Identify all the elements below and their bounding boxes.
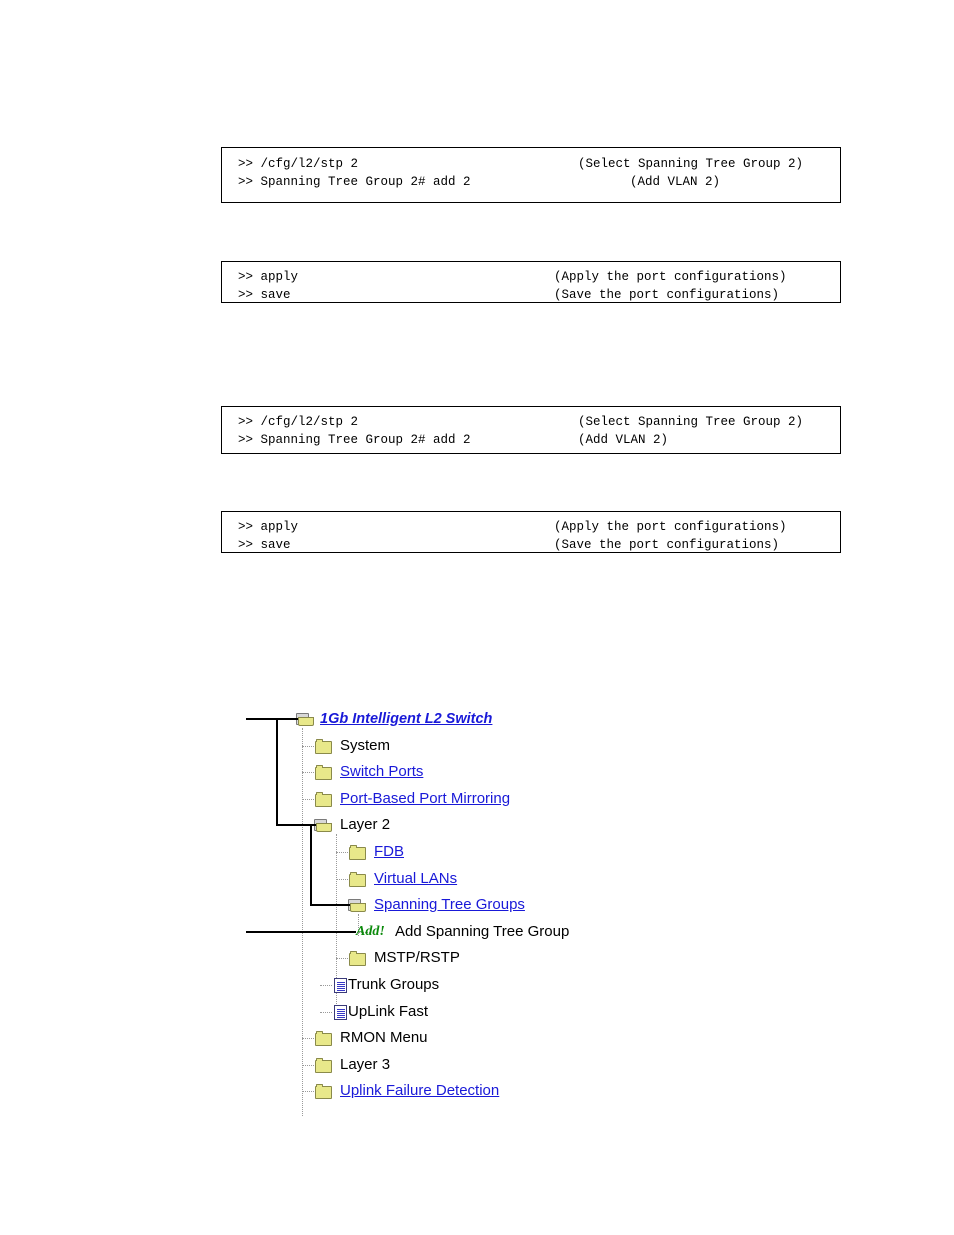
callout-line-root-horizontal — [246, 718, 298, 720]
tree-item-label: Layer 2 — [340, 816, 391, 834]
cli-annotation: (Select Spanning Tree Group 2) — [578, 157, 804, 171]
cli-code-block-4: >> apply (Apply the port configurations)… — [221, 511, 841, 553]
tree-item-label: MSTP/RSTP — [374, 949, 460, 967]
cli-row: >> /cfg/l2/stp 2 (Select Spanning Tree G… — [222, 413, 840, 431]
tree-item-label: Add Spanning Tree Group — [395, 922, 570, 940]
folder-closed-icon — [315, 1057, 333, 1073]
folder-open-icon — [348, 898, 366, 913]
folder-closed-icon — [315, 765, 333, 781]
tree-connector — [302, 745, 314, 748]
tree-item-label: Layer 3 — [340, 1055, 391, 1073]
tree-item-label: 1Gb Intelligent L2 Switch — [320, 711, 493, 727]
navigation-tree: 1Gb Intelligent L2 Switch System Switch … — [240, 706, 660, 1118]
folder-open-icon — [314, 818, 332, 833]
cli-annotation: (Save the port configurations) — [554, 288, 780, 302]
folder-closed-icon — [315, 791, 333, 807]
cli-row: >> Spanning Tree Group 2# add 2 (Add VLA… — [222, 173, 840, 191]
cli-command: >> /cfg/l2/stp 2 — [238, 157, 359, 171]
tree-connector — [302, 798, 314, 801]
cli-code-block-3: >> /cfg/l2/stp 2 (Select Spanning Tree G… — [221, 406, 841, 454]
tree-connector — [336, 852, 348, 854]
callout-line-layer2-to-stg-vertical — [310, 824, 312, 906]
tree-connector — [302, 1038, 314, 1040]
cli-command: >> Spanning Tree Group 2# add 2 — [238, 433, 471, 447]
cli-row: >> apply (Apply the port configurations) — [222, 518, 840, 536]
tree-item-virtual-lans[interactable]: Virtual LANs — [240, 866, 660, 893]
cli-command: >> save — [238, 538, 291, 552]
tree-item-rmon-menu[interactable]: RMON Menu — [240, 1025, 660, 1052]
tree-item-label: UpLink Fast — [348, 1002, 429, 1020]
cli-row: >> save (Save the port configurations) — [222, 286, 840, 304]
tree-connector — [302, 1064, 314, 1067]
cli-annotation: (Add VLAN 2) — [578, 433, 669, 447]
cli-row: >> Spanning Tree Group 2# add 2 (Add VLA… — [222, 431, 840, 449]
tree-item-layer-3[interactable]: Layer 3 — [240, 1052, 660, 1079]
cli-annotation: (Apply the port configurations) — [554, 520, 787, 534]
tree-item-system[interactable]: System — [240, 733, 660, 760]
tree-connector — [336, 958, 348, 960]
tree-item-uplink-fast[interactable]: UpLink Fast — [240, 999, 660, 1026]
tree-item-uplink-failure-detection[interactable]: Uplink Failure Detection — [240, 1078, 660, 1105]
cli-row: >> save (Save the port configurations) — [222, 536, 840, 554]
tree-item-mstp-rstp[interactable]: MSTP/RSTP — [240, 945, 660, 972]
folder-closed-icon — [315, 1031, 333, 1047]
folder-closed-icon — [315, 1084, 333, 1100]
callout-line-root-to-layer2-vertical — [276, 718, 278, 826]
cli-annotation: (Apply the port configurations) — [554, 270, 787, 284]
callout-line-stg-horizontal — [310, 904, 350, 906]
folder-closed-icon — [349, 845, 367, 860]
tree-item-trunk-groups[interactable]: Trunk Groups — [240, 972, 660, 999]
tree-item-switch-ports[interactable]: Switch Ports — [240, 759, 660, 786]
tree-connector — [302, 1091, 314, 1093]
cli-command: >> apply — [238, 270, 299, 284]
tree-item-port-based-port-mirroring[interactable]: Port-Based Port Mirroring — [240, 786, 660, 813]
tree-item-label: Switch Ports — [340, 763, 424, 781]
add-bang-icon: Add! — [356, 923, 385, 939]
cli-code-block-1: >> /cfg/l2/stp 2 (Select Spanning Tree G… — [221, 147, 841, 203]
cli-annotation: (Select Spanning Tree Group 2) — [578, 415, 804, 429]
tree-connector — [336, 878, 348, 881]
tree-item-spanning-tree-groups[interactable]: Spanning Tree Groups — [240, 892, 660, 919]
tree-item-label: Spanning Tree Groups — [374, 896, 525, 914]
tree-item-label: RMON Menu — [340, 1029, 428, 1047]
tree-item-label: Uplink Failure Detection — [340, 1082, 500, 1100]
cli-annotation: (Add VLAN 2) — [630, 175, 721, 189]
tree-connector — [320, 1011, 332, 1014]
folder-closed-icon — [315, 738, 333, 754]
cli-command: >> /cfg/l2/stp 2 — [238, 415, 359, 429]
tree-item-label: System — [340, 736, 391, 754]
tree-item-label: Virtual LANs — [374, 869, 458, 887]
tree-connector — [320, 985, 332, 987]
cli-command: >> save — [238, 288, 291, 302]
folder-open-icon — [296, 712, 314, 727]
tree-item-fdb[interactable]: FDB — [240, 839, 660, 866]
folder-closed-icon — [349, 871, 367, 887]
folder-closed-icon — [349, 951, 367, 967]
cli-code-block-2: >> apply (Apply the port configurations)… — [221, 261, 841, 303]
tree-item-label: Port-Based Port Mirroring — [340, 789, 511, 807]
cli-command: >> Spanning Tree Group 2# add 2 — [238, 175, 471, 189]
cli-row: >> /cfg/l2/stp 2 (Select Spanning Tree G… — [222, 155, 840, 173]
cli-annotation: (Save the port configurations) — [554, 538, 780, 552]
tree-item-label: Trunk Groups — [348, 976, 440, 993]
cli-row: >> apply (Apply the port configurations) — [222, 268, 840, 286]
tree-connector — [302, 772, 314, 774]
cli-command: >> apply — [238, 520, 299, 534]
tree-item-label: FDB — [374, 843, 404, 860]
tree-item-1gb-intelligent-l2-switch[interactable]: 1Gb Intelligent L2 Switch — [240, 706, 660, 733]
callout-line-add-horizontal — [246, 931, 356, 933]
